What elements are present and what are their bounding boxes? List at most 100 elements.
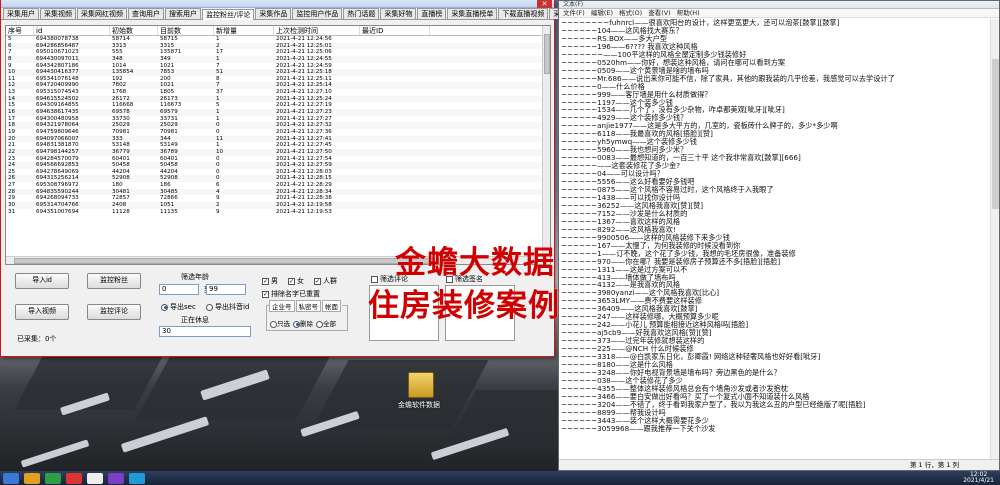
table-cell (360, 36, 430, 43)
notepad-menu-item[interactable]: 格式(O) (619, 9, 642, 17)
table-cell (360, 96, 430, 103)
table-cell (360, 56, 430, 63)
interval-input[interactable]: 30 (159, 326, 251, 337)
table-cell: 192 (112, 75, 123, 82)
table-row[interactable]: 13 695315074543 1768 1805 37 2021-4-21 12:27:… (6, 89, 550, 96)
desktop-icon-label: 金蟾软件数据 (398, 401, 440, 409)
table-row[interactable]: 9 694342807186 1014 1021 7 2021-4-21 12:24:59 (6, 63, 550, 70)
age-to-input[interactable]: 99 (206, 284, 246, 295)
tab-7[interactable]: 监控用户作品 (292, 8, 343, 19)
table-row[interactable]: 8 694430097011 348 349 1 2021-4-21 12:24:55 (6, 55, 550, 63)
collected-count: 已采集：0个 (17, 335, 57, 343)
tab-12[interactable]: 下载直播视频 (498, 8, 549, 19)
watermark-line2: 住房装修案例 (368, 288, 560, 324)
notepad-icon[interactable] (87, 472, 103, 484)
table-row[interactable]: 23 694284570079 60401 60401 0 2021-4-21 12:27… (6, 156, 550, 163)
table-row[interactable]: 24 694566692853 50458 50458 0 2021-4-21 12:27… (6, 162, 550, 169)
tab-10[interactable]: 直播榜 (417, 8, 447, 19)
table-row[interactable]: 5 694380078738 58714 58715 1 2021-4-21 12:24:… (6, 36, 550, 43)
export-id-radio[interactable]: 导出抖音id (206, 302, 249, 312)
column-header[interactable]: 目前数 (158, 26, 214, 35)
column-header[interactable]: 序号 (6, 26, 34, 35)
export-sec-radio[interactable]: 导出sec (161, 302, 196, 312)
close-icon[interactable]: ✕ (537, 0, 552, 8)
tab-0[interactable]: 采集用户 (3, 8, 39, 19)
tab-8[interactable]: 热门话题 (343, 8, 380, 19)
table-row[interactable]: 16 694638617435 69578 69579 1 2021-4-21 12:27… (6, 109, 550, 116)
table-row[interactable]: 26 694315256214 52908 52908 0 2021-4-21 12:28… (6, 175, 550, 183)
dedupe-checkbox[interactable]: ✓ 排除名字已重置 (262, 289, 320, 299)
table-row[interactable]: 27 695308796972 180 186 6 2021-4-21 12:28:29 (6, 182, 550, 189)
tab-11[interactable]: 采集直播榜单 (447, 8, 498, 19)
monitor-comments-button[interactable]: 监控评论 (87, 304, 141, 320)
table-cell: 2021-4-21 12:27:54 (276, 155, 332, 162)
tab-1[interactable]: 采集视频 (40, 8, 76, 19)
table-row[interactable]: 6 694286856487 3313 3315 2 2021-4-21 12:25:01 (6, 42, 550, 50)
table-row[interactable]: 28 694835590244 30481 30485 4 2021-4-21 12:28… (6, 188, 550, 196)
table-row[interactable]: 21 694831381870 53148 53149 1 2021-4-21 12:27… (6, 142, 550, 149)
table-row[interactable]: 15 694309164855 116668 116673 5 2021-4-21 12:… (6, 102, 550, 109)
media-icon[interactable] (108, 472, 124, 484)
radio-icon (293, 320, 300, 328)
table-cell: 44204 (112, 168, 130, 175)
import-id-button[interactable]: 导入id (15, 273, 69, 289)
female-checkbox[interactable]: ✓ 女 (288, 276, 304, 286)
column-header[interactable]: 新增量 (214, 26, 274, 35)
notepad-text[interactable]: ~~~~~~~~fuhnrcl——很喜欢阳台的设计，这样更宽更大，还可以泡茶[鼓… (561, 19, 989, 459)
table-row[interactable]: 31 694351007694 11128 11135 9 2021-4-21 12:19… (6, 209, 550, 216)
table-row[interactable]: 10 694430416377 135854 7853 51 2021-4-21 12:2… (6, 69, 550, 76)
start-icon[interactable] (3, 472, 19, 484)
tab-2[interactable]: 采集网红视频 (77, 8, 127, 19)
column-header[interactable]: 上次检测时间 (274, 26, 360, 35)
table-row[interactable]: 11 695341076148 192 200 8 2021-4-21 12:25:11 (6, 76, 550, 83)
group-option[interactable]: 全部 (316, 320, 336, 328)
table-row[interactable]: 22 694798144257 36779 36789 10 2021-4-21 12:2… (6, 148, 550, 156)
tab-4[interactable]: 搜索用户 (165, 8, 201, 19)
import-video-button[interactable]: 导入视频 (15, 304, 69, 320)
app-icon[interactable] (66, 472, 82, 484)
table-row[interactable]: 18 694321978064 25029 25029 0 2021-4-21 12:27… (6, 122, 550, 129)
table-cell: 29 (8, 195, 16, 202)
column-header[interactable]: id (34, 26, 110, 35)
notepad-menu-item[interactable]: 帮助(H) (677, 9, 700, 17)
group-tab[interactable]: 私密号 (295, 300, 321, 312)
vertical-scrollbar[interactable] (542, 26, 550, 264)
explorer-icon[interactable] (24, 472, 40, 484)
table-cell: 9 (216, 195, 220, 202)
column-header[interactable]: 最近ID (360, 26, 430, 35)
table-cell: 2021-4-21 12:28:15 (276, 175, 332, 182)
monitor-fans-button[interactable]: 监控粉丝 (87, 273, 141, 289)
male-checkbox[interactable]: ✓ 男 (262, 276, 278, 286)
browser-icon[interactable] (129, 472, 145, 484)
table-cell: 8 (8, 55, 12, 62)
tab-5[interactable]: 监控粉丝/评论 (202, 9, 255, 20)
table-row[interactable]: 19 694759809646 70981 70981 0 2021-4-21 12:27… (6, 129, 550, 136)
table-row[interactable]: 30 695314704766 2408 1051 2 2021-4-21 12:19:5… (6, 202, 550, 209)
table-cell: 2021-4-21 12:24:55 (276, 55, 332, 62)
group-option[interactable]: 只选 (270, 320, 290, 328)
chrome-icon[interactable] (45, 472, 61, 484)
table-row[interactable]: 12 694720409990 7802 1021 7 2021-4-21 12:25:1… (6, 82, 550, 90)
age-from-input[interactable]: 0 (159, 284, 199, 295)
table-row[interactable]: 29 694268094733 72857 72866 9 2021-4-21 12:28… (6, 195, 550, 202)
column-header[interactable]: 初始数 (110, 26, 158, 35)
table-cell: 25029 (160, 122, 178, 129)
notepad-menu-item[interactable]: 查看(V) (648, 9, 671, 17)
group-option[interactable]: 删除 (293, 320, 313, 328)
tab-3[interactable]: 查询用户 (128, 8, 164, 19)
notepad-menu-item[interactable]: 编辑(E) (591, 9, 613, 17)
desktop-icon[interactable]: 金蟾软件数据 (398, 372, 440, 412)
people-checkbox[interactable]: ✓ 人群 (314, 276, 337, 286)
table-row[interactable]: 14 694615524502 26172 26173 1 2021-4-21 12:25… (6, 95, 550, 103)
table-row[interactable]: 17 694300480958 33730 33731 1 2021-4-21 12:27… (6, 116, 550, 123)
notepad-menu-item[interactable]: 文件(F) (563, 9, 585, 17)
table-cell (360, 209, 430, 216)
tab-6[interactable]: 采集作品 (255, 8, 292, 19)
table-row[interactable]: 7 695010671023 555 135871 17 2021-4-21 12:25:… (6, 49, 550, 56)
notepad-scrollbar[interactable] (990, 19, 999, 460)
tab-9[interactable]: 采集好物 (380, 8, 417, 19)
group-tab[interactable]: 帐面 (322, 300, 341, 312)
table-row[interactable]: 20 694097066007 333 344 11 2021-4-21 12:27:41 (6, 135, 550, 143)
table-row[interactable]: 25 694278649069 44204 44204 0 2021-4-21 12:28… (6, 169, 550, 176)
group-tab[interactable]: 企业号 (269, 300, 295, 312)
